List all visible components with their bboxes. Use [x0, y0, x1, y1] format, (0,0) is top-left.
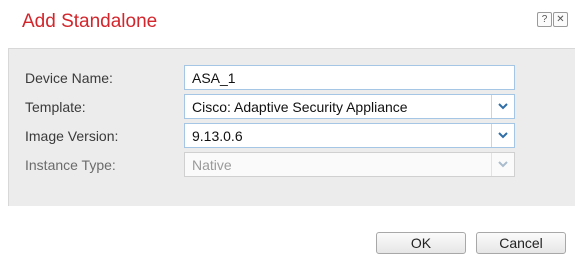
ok-button[interactable]: OK — [376, 232, 466, 254]
device-name-label: Device Name: — [25, 70, 113, 86]
close-button[interactable]: ✕ — [553, 12, 568, 27]
device-name-row: Device Name: ASA_1 — [9, 63, 568, 93]
dialog-header: Add Standalone ? ✕ — [0, 0, 575, 48]
template-row: Template: Cisco: Adaptive Security Appli… — [9, 92, 568, 122]
instance-type-value: Native — [192, 157, 232, 173]
template-label: Template: — [25, 99, 86, 115]
chevron-down-icon[interactable] — [491, 124, 514, 147]
image-version-row: Image Version: 9.13.0.6 — [9, 121, 568, 151]
template-select[interactable]: Cisco: Adaptive Security Appliance — [184, 94, 515, 119]
help-button[interactable]: ? — [537, 12, 552, 27]
image-version-value: 9.13.0.6 — [192, 128, 243, 144]
cancel-button[interactable]: Cancel — [476, 232, 566, 254]
chevron-down-icon[interactable] — [491, 95, 514, 118]
instance-type-label: Instance Type: — [25, 157, 116, 173]
chevron-down-icon — [491, 153, 514, 176]
help-icon: ? — [541, 14, 548, 25]
image-version-select[interactable]: 9.13.0.6 — [184, 123, 515, 148]
dialog-title: Add Standalone — [22, 11, 158, 32]
close-icon: ✕ — [556, 14, 565, 25]
template-value: Cisco: Adaptive Security Appliance — [192, 99, 408, 115]
device-name-value: ASA_1 — [192, 70, 236, 86]
form-panel: Device Name: ASA_1 Template: Cisco: Adap… — [8, 48, 575, 206]
instance-type-select: Native — [184, 152, 515, 177]
image-version-label: Image Version: — [25, 128, 119, 144]
instance-type-row: Instance Type: Native — [9, 150, 568, 180]
add-standalone-dialog: Add Standalone ? ✕ Device Name: ASA_1 Te… — [0, 0, 575, 254]
dialog-footer: OK Cancel — [0, 206, 575, 254]
device-name-input[interactable]: ASA_1 — [184, 65, 515, 90]
